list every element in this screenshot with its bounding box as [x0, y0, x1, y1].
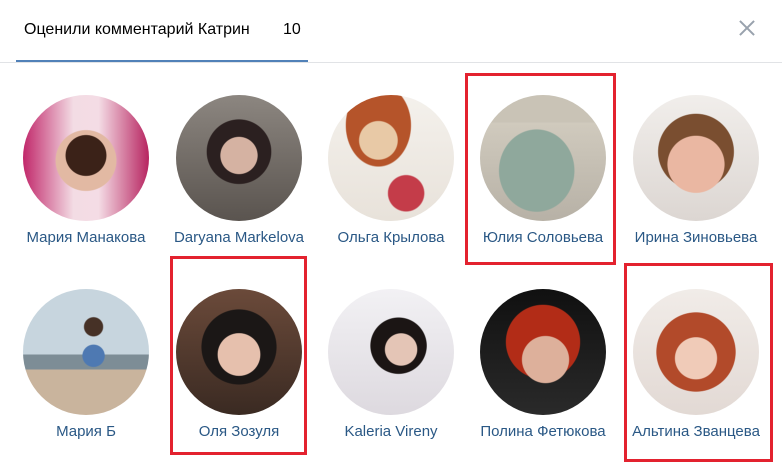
avatar[interactable] [633, 95, 759, 221]
avatar[interactable] [176, 289, 302, 415]
user-card[interactable]: Мария Б [11, 289, 161, 459]
user-name[interactable]: Юлия Соловьева [468, 229, 618, 246]
user-card[interactable]: Альтина Званцева [621, 289, 771, 459]
tab-title: Оценили комментарий Катрин [24, 21, 250, 38]
user-card[interactable]: Daryana Markelova [164, 95, 314, 265]
user-card[interactable]: Ольга Крылова [316, 95, 466, 265]
avatar[interactable] [176, 95, 302, 221]
avatar[interactable] [633, 289, 759, 415]
user-name[interactable]: Оля Зозуля [164, 423, 314, 440]
user-card[interactable]: Полина Фетюкова [468, 289, 618, 459]
user-card[interactable]: Оля Зозуля [164, 289, 314, 459]
user-card[interactable]: Ирина Зиновьева [621, 95, 771, 265]
user-card[interactable]: Kaleria Vireny [316, 289, 466, 459]
likes-count: 10 [283, 21, 301, 38]
avatar[interactable] [328, 95, 454, 221]
modal-header: Оценили комментарий Катрин 10 [0, 0, 782, 63]
avatar[interactable] [480, 95, 606, 221]
avatar[interactable] [23, 289, 149, 415]
user-card[interactable]: Мария Манаковa [11, 95, 161, 265]
user-name[interactable]: Мария Манаковa [11, 229, 161, 246]
user-name[interactable]: Ирина Зиновьева [621, 229, 771, 246]
user-name[interactable]: Kaleria Vireny [316, 423, 466, 440]
avatar[interactable] [480, 289, 606, 415]
user-name[interactable]: Полина Фетюкова [468, 423, 618, 440]
tab-likes[interactable]: Оценили комментарий Катрин 10 [16, 0, 308, 62]
user-name[interactable]: Daryana Markelova [164, 229, 314, 246]
user-card[interactable]: Юлия Соловьева [468, 95, 618, 265]
avatar[interactable] [328, 289, 454, 415]
user-name[interactable]: Ольга Крылова [316, 229, 466, 246]
user-name[interactable]: Мария Б [11, 423, 161, 440]
user-name[interactable]: Альтина Званцева [621, 423, 771, 440]
close-icon[interactable] [736, 17, 758, 39]
avatar[interactable] [23, 95, 149, 221]
